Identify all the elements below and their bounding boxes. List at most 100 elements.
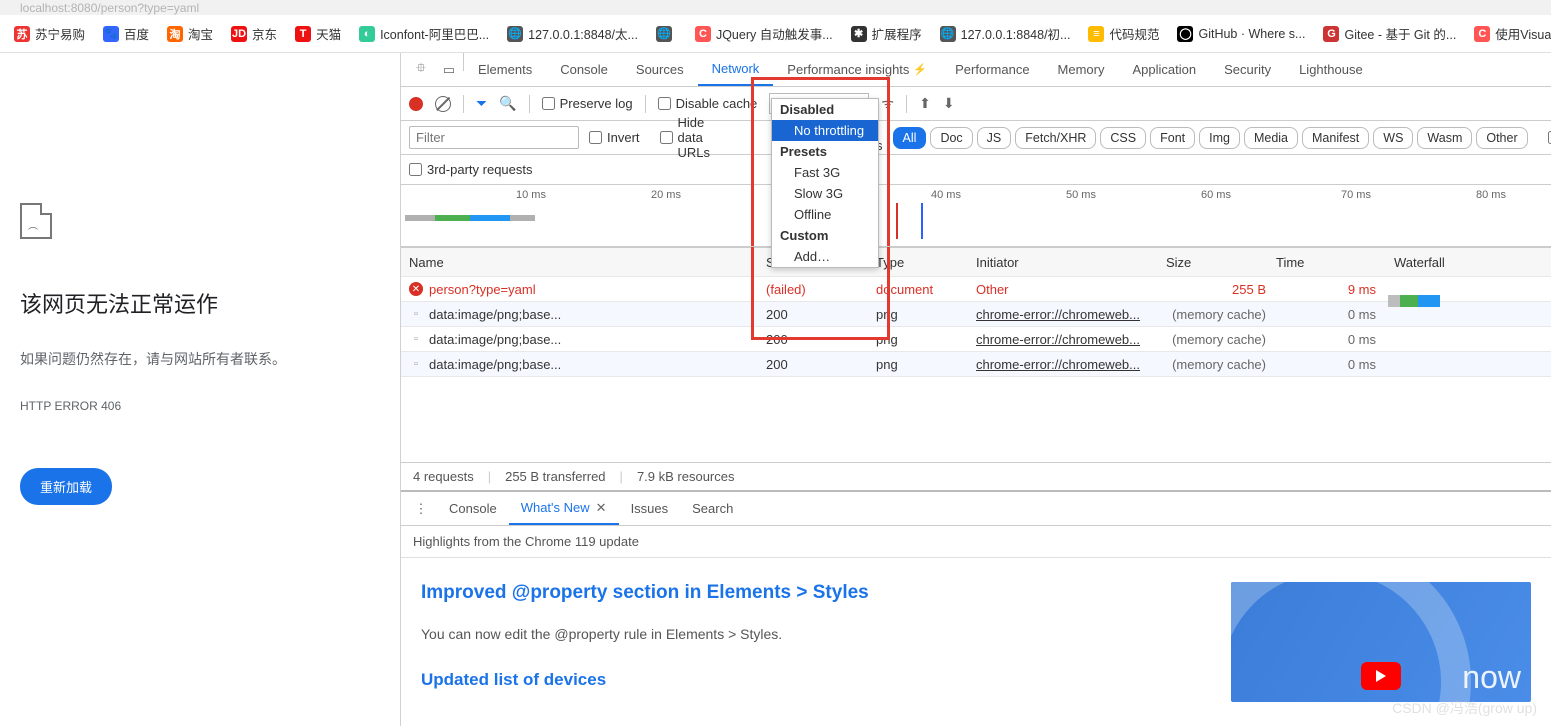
bookmark-item[interactable]: 🌐127.0.0.1:8848/太...	[501, 20, 644, 47]
bookmark-item[interactable]: GGitee - 基于 Git 的...	[1317, 20, 1462, 47]
devtools-tab-elements[interactable]: Elements	[464, 53, 546, 86]
bookmark-label: Iconfont-阿里巴巴...	[380, 24, 489, 43]
bookmark-icon: C	[695, 26, 711, 42]
whatsnew-paragraph: You can now edit the @property rule in E…	[421, 626, 1191, 642]
bookmark-item[interactable]: ◯GitHub · Where s...	[1171, 22, 1311, 46]
resource-icon: ▫	[409, 358, 423, 370]
bookmark-icon: ✱	[851, 26, 867, 42]
throttle-option-slow-3g[interactable]: Slow 3G	[772, 183, 878, 204]
initiator-link[interactable]: chrome-error://chromeweb...	[976, 307, 1140, 322]
bookmark-item[interactable]: C使用Visual Stud	[1468, 20, 1551, 47]
clear-button[interactable]	[435, 96, 451, 112]
bookmark-item[interactable]: 🌐127.0.0.1:8848/初...	[934, 20, 1077, 47]
timeline-tick: 50 ms	[1066, 189, 1096, 201]
disable-cache-checkbox[interactable]: Disable cache	[658, 96, 758, 111]
bookmark-item[interactable]: 淘淘宝	[161, 20, 219, 47]
throttling-dropdown[interactable]: DisabledNo throttlingPresetsFast 3GSlow …	[771, 98, 879, 268]
bookmark-icon: ≡	[1088, 26, 1104, 42]
filter-pill-doc[interactable]: Doc	[930, 127, 972, 149]
drawer-tab-console[interactable]: Console	[437, 492, 509, 525]
bookmark-item[interactable]: T 天猫	[289, 20, 347, 47]
whatsnew-video-thumbnail[interactable]: now	[1231, 582, 1531, 702]
bookmark-item[interactable]: 🌐	[650, 22, 683, 46]
bookmark-icon: 🐾	[103, 26, 119, 42]
bookmark-item[interactable]: JD京东	[225, 20, 283, 47]
initiator-link[interactable]: chrome-error://chromeweb...	[976, 357, 1140, 372]
filter-pill-css[interactable]: CSS	[1100, 127, 1146, 149]
filter-pill-font[interactable]: Font	[1150, 127, 1195, 149]
request-type: png	[876, 307, 976, 322]
invert-checkbox[interactable]: Invert	[589, 130, 640, 145]
devtools-tab-security[interactable]: Security	[1210, 53, 1285, 86]
filter-pill-js[interactable]: JS	[977, 127, 1012, 149]
filter-pill-img[interactable]: Img	[1199, 127, 1240, 149]
inspect-icon[interactable]: ⯐	[407, 53, 435, 86]
filter-pill-media[interactable]: Media	[1244, 127, 1298, 149]
throttle-option-add-[interactable]: Add…	[772, 246, 878, 267]
bookmark-item[interactable]: ✱扩展程序	[845, 20, 928, 47]
search-icon[interactable]: 🔍	[499, 95, 516, 112]
record-button[interactable]	[409, 97, 423, 111]
request-size: (memory cache)	[1166, 332, 1276, 347]
devtools-tab-performance[interactable]: Performance	[941, 53, 1043, 86]
bookmark-item[interactable]: CJQuery 自动触发事...	[689, 20, 839, 47]
reload-button[interactable]: 重新加载	[20, 468, 112, 505]
drawer-menu-icon[interactable]: ⋮	[407, 492, 435, 525]
filter-input[interactable]	[409, 126, 579, 149]
throttle-option-no-throttling[interactable]: No throttling	[772, 120, 878, 141]
filter-pill-wasm[interactable]: Wasm	[1417, 127, 1472, 149]
timeline-tick: 20 ms	[651, 189, 681, 201]
request-type: png	[876, 332, 976, 347]
drawer-tab-issues[interactable]: Issues	[619, 492, 681, 525]
download-har-icon[interactable]: ⬇	[943, 95, 955, 112]
filter-pill-manifest[interactable]: Manifest	[1302, 127, 1369, 149]
upload-har-icon[interactable]: ⬆	[919, 95, 931, 112]
filter-pill-other[interactable]: Other	[1476, 127, 1527, 149]
hide-dataurls-checkbox[interactable]: Hide data URLs	[660, 115, 711, 160]
throttle-option-offline[interactable]: Offline	[772, 204, 878, 225]
bookmark-icon: 🌐	[940, 26, 956, 42]
devtools-tab-lighthouse[interactable]: Lighthouse	[1285, 53, 1377, 86]
drawer-tab-search[interactable]: Search	[680, 492, 745, 525]
network-row[interactable]: ▫data:image/png;base... 200 png chrome-e…	[401, 302, 1551, 327]
thirdparty-checkbox[interactable]: 3rd-party requests	[409, 162, 533, 177]
preserve-log-checkbox[interactable]: Preserve log	[542, 96, 633, 111]
bookmark-item[interactable]: 🐾百度	[97, 20, 155, 47]
blocked-checkbox[interactable]: Bl	[1548, 130, 1551, 145]
filter-icon[interactable]: ⏷	[476, 95, 487, 112]
filter-pill-fetch-xhr[interactable]: Fetch/XHR	[1015, 127, 1096, 149]
wifi-icon[interactable]: ᯤ	[881, 94, 894, 113]
bookmark-icon: 苏	[14, 26, 30, 42]
col-waterfall[interactable]: Waterfall	[1386, 255, 1551, 270]
devtools-tab-performance-insights[interactable]: Performance insights⚡	[773, 53, 941, 86]
filter-pill-ws[interactable]: WS	[1373, 127, 1413, 149]
device-toggle-icon[interactable]: ▭	[435, 53, 463, 86]
throttle-option-fast-3g[interactable]: Fast 3G	[772, 162, 878, 183]
devtools-tab-console[interactable]: Console	[546, 53, 622, 86]
bookmark-item[interactable]: ≡代码规范	[1082, 20, 1165, 47]
devtools-tab-application[interactable]: Application	[1119, 53, 1211, 86]
col-size[interactable]: Size	[1166, 255, 1276, 270]
network-row[interactable]: ▫data:image/png;base... 200 png chrome-e…	[401, 327, 1551, 352]
network-row[interactable]: ✕person?type=yaml (failed) document Othe…	[401, 277, 1551, 302]
col-time[interactable]: Time	[1276, 255, 1386, 270]
bookmark-item[interactable]: 苏苏宁易购	[8, 20, 91, 47]
devtools-tab-network[interactable]: Network	[698, 53, 774, 86]
initiator-link[interactable]: chrome-error://chromeweb...	[976, 332, 1140, 347]
devtools-tab-memory[interactable]: Memory	[1044, 53, 1119, 86]
col-name[interactable]: Name	[401, 255, 766, 270]
filter-pill-all[interactable]: All	[893, 127, 927, 149]
devtools-tab-sources[interactable]: Sources	[622, 53, 698, 86]
drawer-tab-what-s-new[interactable]: What's New✕	[509, 492, 619, 525]
col-type[interactable]: Type	[876, 255, 976, 270]
request-size: (memory cache)	[1166, 357, 1276, 372]
network-row[interactable]: ▫data:image/png;base... 200 png chrome-e…	[401, 352, 1551, 377]
network-timeline[interactable]: 10 ms20 ms40 ms50 ms60 ms70 ms80 ms	[401, 185, 1551, 247]
play-icon[interactable]	[1361, 662, 1401, 690]
bookmark-label: 天猫	[316, 24, 341, 43]
col-initiator[interactable]: Initiator	[976, 255, 1166, 270]
bookmark-icon: G	[1323, 26, 1339, 42]
bookmark-icon: T	[295, 26, 311, 42]
close-icon[interactable]: ✕	[596, 500, 607, 516]
bookmark-item[interactable]: ◐Iconfont-阿里巴巴...	[353, 20, 495, 47]
